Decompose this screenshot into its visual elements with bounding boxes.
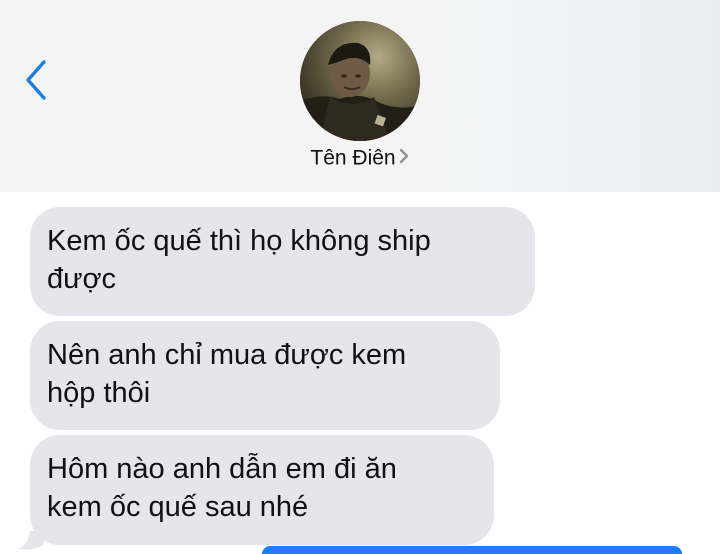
- message-text-line: hộp thôi: [47, 377, 151, 409]
- message-text-line: Nên anh chỉ mua được kem: [47, 339, 407, 371]
- incoming-message-bubble[interactable]: Hôm nào anh dẫn em đi ăn kem ốc quế sau …: [30, 435, 494, 545]
- message-text-line: được: [47, 263, 117, 295]
- contact-name-button[interactable]: Tên Điên: [0, 146, 720, 172]
- contact-name: Tên Điên: [310, 146, 396, 170]
- message-list[interactable]: Kem ốc quế thì họ không ship được Nên an…: [0, 192, 720, 554]
- avatar[interactable]: [300, 21, 420, 141]
- message-text-line: Kem ốc quế thì họ không ship: [47, 225, 431, 257]
- outgoing-message-bubble-partial[interactable]: [262, 546, 682, 554]
- incoming-message-bubble[interactable]: Kem ốc quế thì họ không ship được: [30, 207, 535, 316]
- contact-photo: [300, 21, 420, 141]
- back-button[interactable]: [18, 56, 58, 104]
- message-text-line: kem ốc quế sau nhé: [47, 491, 309, 523]
- incoming-message-bubble[interactable]: Nên anh chỉ mua được kem hộp thôi: [30, 321, 500, 430]
- bubble-tail: [18, 531, 44, 550]
- message-text-line: Hôm nào anh dẫn em đi ăn: [47, 453, 397, 485]
- chevron-right-icon: [398, 146, 410, 172]
- chevron-left-icon: [26, 60, 46, 100]
- conversation-header: Tên Điên: [0, 0, 720, 192]
